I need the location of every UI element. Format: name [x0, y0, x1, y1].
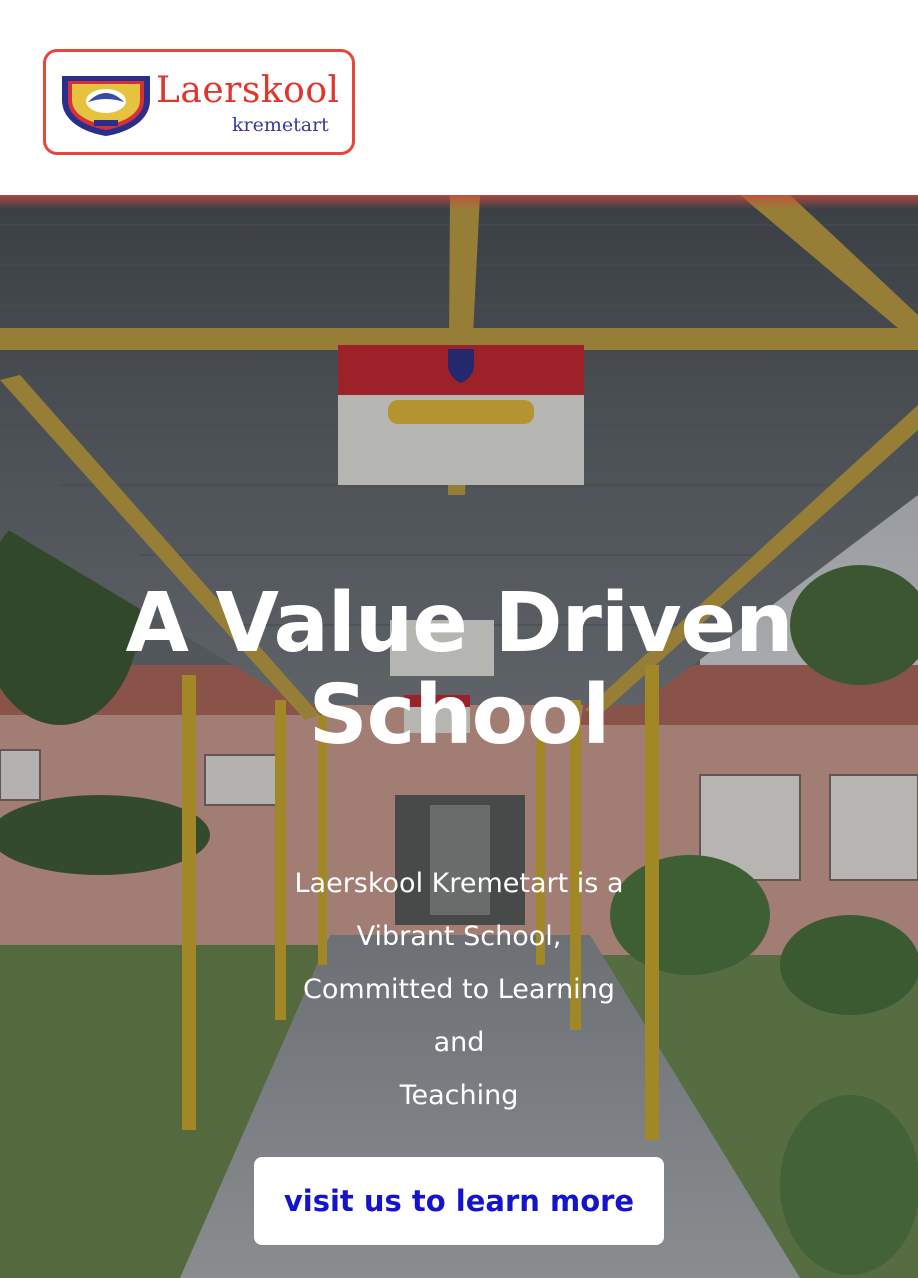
learn-more-button[interactable]: visit us to learn more	[254, 1157, 664, 1245]
header-shadow	[0, 195, 918, 209]
hero-description: Laerskool Kremetart is a Vibrant School,…	[259, 857, 659, 1122]
hero-headline: A Value Driven School	[0, 578, 918, 762]
hero-section: A Value Driven School Laerskool Kremetar…	[0, 195, 918, 1278]
school-crest-icon	[62, 76, 150, 136]
description-line: Laerskool Kremetart is a	[294, 868, 624, 899]
headline-line-2: School	[308, 668, 611, 763]
site-header: Laerskool kremetart	[0, 0, 918, 195]
logo-title: Laerskool	[156, 70, 340, 111]
school-logo[interactable]: Laerskool kremetart	[43, 49, 355, 155]
description-line: and	[433, 1027, 485, 1058]
page: Laerskool kremetart A Value Driven Schoo…	[0, 0, 918, 1278]
description-line: Committed to Learning	[303, 974, 615, 1005]
headline-line-1: A Value Driven	[125, 576, 793, 671]
logo-subtitle: kremetart	[232, 114, 329, 136]
description-line: Teaching	[399, 1080, 519, 1111]
description-line: Vibrant School,	[356, 921, 562, 952]
